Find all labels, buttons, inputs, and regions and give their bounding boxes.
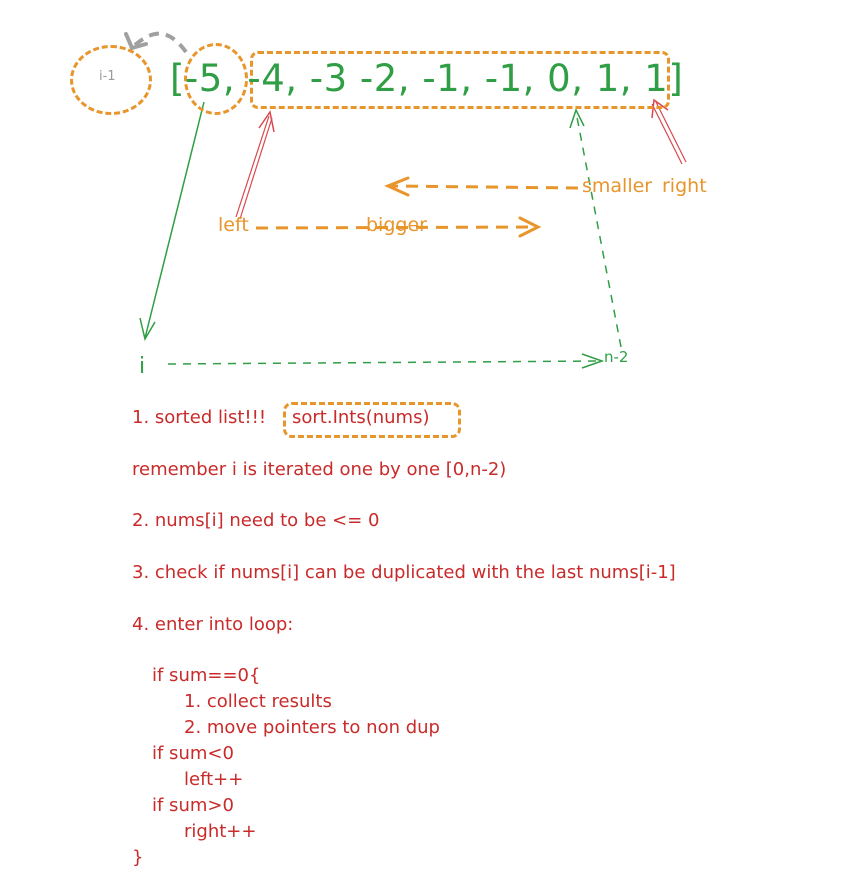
left-label: left [218, 214, 249, 236]
code-line: left++ [184, 769, 244, 790]
note-duplicate-check: 3. check if nums[i] can be duplicated wi… [132, 562, 676, 583]
i-label: i [139, 354, 146, 379]
bigger-label: bigger [366, 214, 427, 236]
prev-label: i-1 [99, 69, 116, 84]
code-line: 1. collect results [184, 691, 332, 712]
n2-pointer-line [575, 111, 622, 348]
note-sort-code: sort.Ints(nums) [292, 407, 430, 428]
code-line: } [132, 847, 144, 868]
i-range-line [167, 360, 601, 365]
right-pointer-arrow [651, 101, 687, 165]
code-line: 2. move pointers to non dup [184, 717, 440, 738]
code-line: if sum==0{ [152, 665, 261, 686]
note-iteration: remember i is iterated one by one [0,n-2… [132, 459, 507, 480]
diagram-canvas [124, 31, 687, 369]
code-line: if sum>0 [152, 795, 234, 816]
note-sorted: 1. sorted list!!! [132, 407, 267, 428]
prev-pointer-arrow [133, 31, 188, 54]
code-line: if sum<0 [152, 743, 234, 764]
smaller-arrow [391, 184, 579, 190]
note-nonpositive: 2. nums[i] need to be <= 0 [132, 510, 380, 531]
right-label: right [662, 175, 707, 197]
i-start-arrow [144, 101, 205, 339]
note-loop: 4. enter into loop: [132, 614, 294, 635]
n2-label: n-2 [604, 348, 629, 366]
smaller-label: smaller [582, 175, 653, 197]
code-line: right++ [184, 821, 257, 842]
sorted-array: [-5, -4, -3 -2, -1, -1, 0, 1, 1] [170, 57, 684, 100]
left-pointer-arrow [235, 115, 273, 220]
